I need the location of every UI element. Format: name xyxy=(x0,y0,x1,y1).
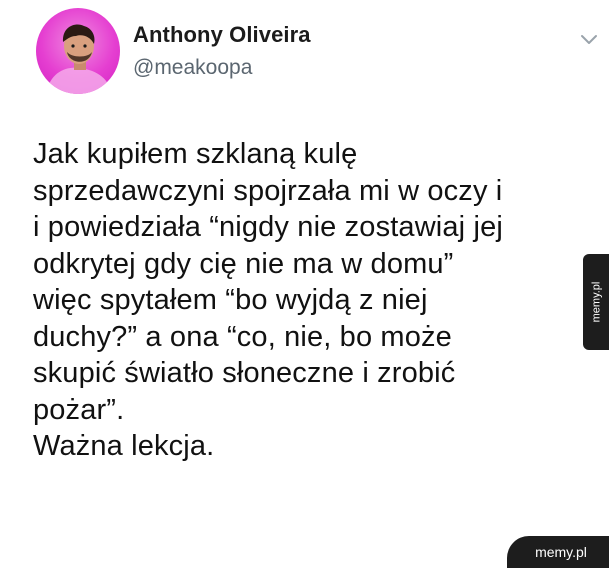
side-watermark: memy.pl xyxy=(583,254,609,350)
tweet-text: Jak kupiłem szklaną kulę sprzedawczyni s… xyxy=(33,138,503,462)
corner-watermark: memy.pl xyxy=(507,536,609,568)
side-watermark-label: memy.pl xyxy=(590,281,602,323)
chevron-down-icon[interactable] xyxy=(580,34,598,46)
avatar[interactable] xyxy=(36,8,120,94)
avatar-portrait xyxy=(46,24,112,94)
author-handle[interactable]: @meakoopa xyxy=(133,56,252,80)
author-name[interactable]: Anthony Oliveira xyxy=(133,22,311,48)
tweet-header: Anthony Oliveira @meakoopa xyxy=(28,8,597,104)
